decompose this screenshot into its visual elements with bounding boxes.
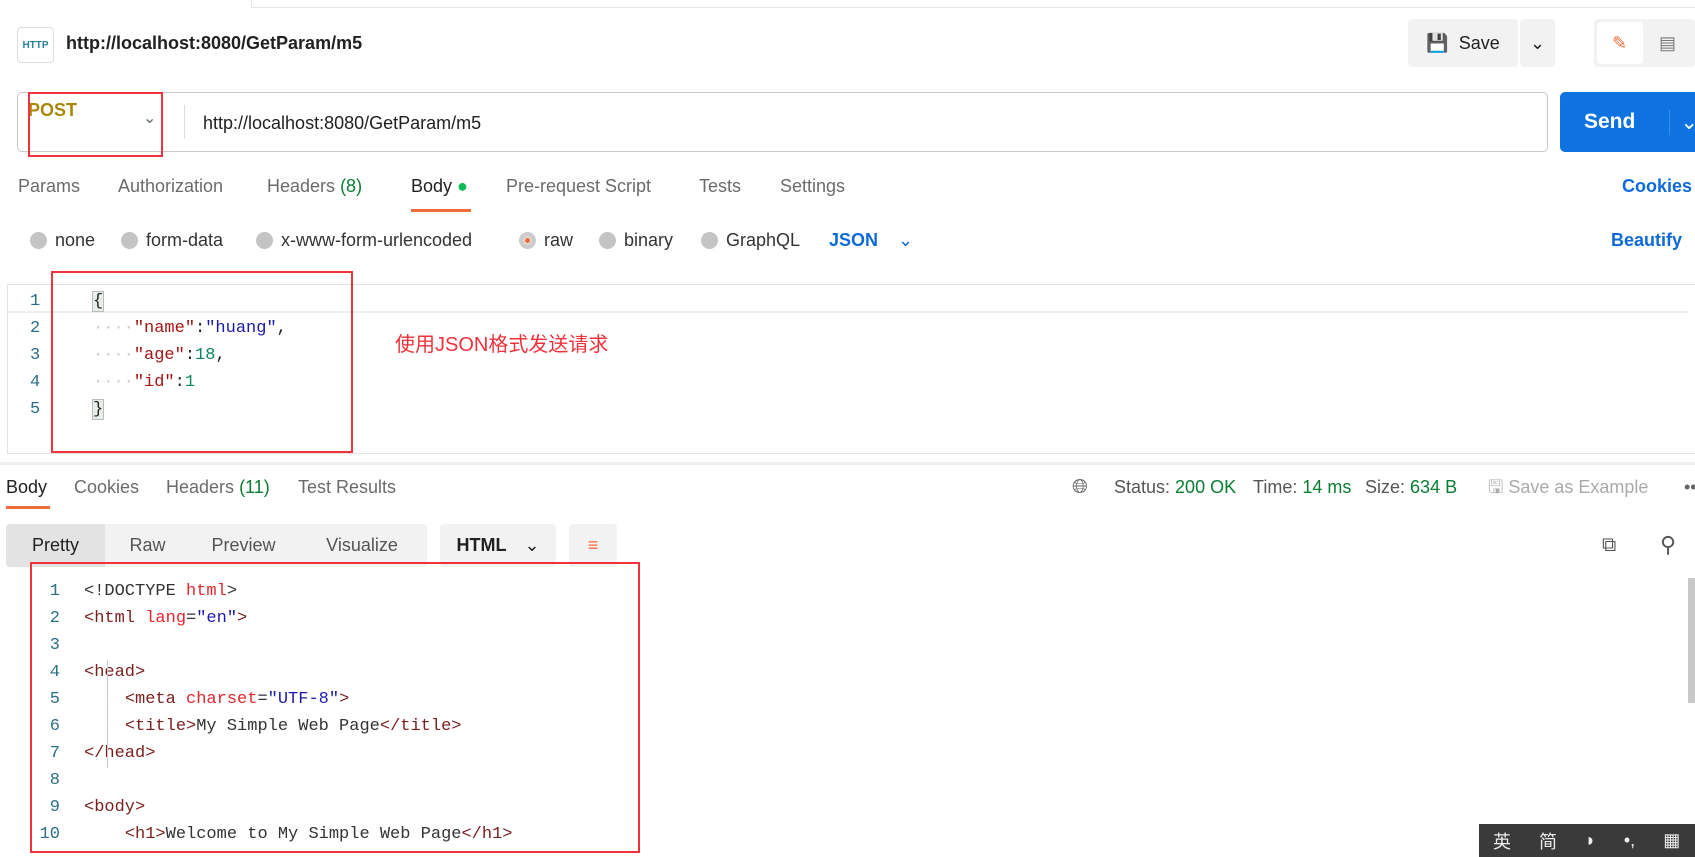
ime-lang-toggle[interactable]: 英: [1493, 828, 1511, 854]
view-preview[interactable]: Preview: [190, 524, 297, 567]
response-format-select[interactable]: HTML ⌄: [440, 524, 556, 567]
radio-none[interactable]: none: [30, 230, 95, 251]
format-select[interactable]: JSON ⌄: [829, 230, 913, 251]
ime-toolbar: 英 简 ◗ •, ▦: [1479, 824, 1695, 857]
pencil-icon[interactable]: ✎: [1596, 22, 1643, 64]
keyboard-icon[interactable]: ▦: [1663, 830, 1680, 851]
view-visualize[interactable]: Visualize: [297, 524, 427, 567]
response-tab-body[interactable]: Body: [6, 477, 47, 498]
top-divider: [251, 0, 1695, 8]
radio-binary[interactable]: binary: [599, 230, 673, 251]
line-numbers: 12345: [30, 292, 41, 419]
save-as-example-button[interactable]: 🖫 Save as Example: [1488, 475, 1648, 505]
time: Time: 14 ms: [1253, 477, 1352, 497]
ime-mode-toggle[interactable]: 简: [1539, 828, 1557, 854]
cookies-link[interactable]: Cookies: [1622, 176, 1692, 197]
response-tab-headers[interactable]: Headers (11): [166, 477, 270, 498]
tab-body[interactable]: Body ●: [411, 176, 468, 197]
tab-prerequest[interactable]: Pre-request Script: [506, 176, 651, 197]
response-tab-tests[interactable]: Test Results: [298, 477, 396, 498]
save-icon: 🖫: [1488, 477, 1504, 497]
tab-params[interactable]: Params: [18, 176, 80, 197]
annotation-box: [28, 92, 163, 157]
copy-icon[interactable]: ⧉: [1602, 534, 1616, 557]
search-icon[interactable]: ⚲: [1660, 532, 1676, 558]
more-icon[interactable]: ••: [1684, 477, 1695, 498]
save-dropdown-button[interactable]: ⌄: [1520, 19, 1555, 67]
chevron-down-icon: ⌄: [524, 535, 540, 555]
radio-raw[interactable]: raw: [519, 230, 573, 251]
tab-underline: [411, 209, 471, 212]
tab-headers[interactable]: Headers (8): [267, 176, 362, 197]
tab-tests[interactable]: Tests: [699, 176, 741, 197]
scrollbar[interactable]: [1688, 578, 1695, 703]
tab-settings[interactable]: Settings: [780, 176, 845, 197]
annotation-text: 使用JSON格式发送请求: [395, 334, 609, 356]
wrap-lines-icon[interactable]: ≡: [569, 524, 617, 567]
radio-form-data[interactable]: form-data: [121, 230, 223, 251]
radio-graphql[interactable]: GraphQL: [701, 230, 800, 251]
ime-skin-icon[interactable]: ◗: [1585, 830, 1596, 851]
view-mode-group: Pretty Raw Preview Visualize: [6, 524, 427, 567]
tab-authorization[interactable]: Authorization: [118, 176, 223, 197]
annotation-box: [51, 271, 353, 453]
send-button[interactable]: Send ⌄: [1560, 92, 1695, 152]
url-input[interactable]: http://localhost:8080/GetParam/m5: [203, 113, 481, 134]
radio-urlencoded[interactable]: x-www-form-urlencoded: [256, 230, 472, 251]
view-pretty[interactable]: Pretty: [6, 524, 105, 567]
ime-punct-icon[interactable]: •,: [1624, 830, 1635, 851]
chevron-down-icon: ⌄: [1669, 109, 1695, 135]
mode-toggle[interactable]: ✎ ▤: [1594, 19, 1695, 67]
http-icon: HTTP: [17, 27, 54, 63]
beautify-button[interactable]: Beautify: [1611, 230, 1682, 251]
view-raw[interactable]: Raw: [105, 524, 190, 567]
globe-icon[interactable]: 🌐︎: [1072, 476, 1088, 499]
chevron-down-icon: ⌄: [1529, 32, 1546, 53]
comment-icon[interactable]: ▤: [1643, 33, 1693, 54]
request-title: http://localhost:8080/GetParam/m5: [66, 33, 363, 53]
save-icon: 💾: [1426, 32, 1449, 53]
status: Status: 200 OK: [1114, 477, 1237, 497]
response-tab-cookies[interactable]: Cookies: [74, 477, 139, 498]
annotation-box: [30, 562, 640, 853]
size: Size: 634 B: [1365, 477, 1458, 497]
save-button[interactable]: 💾 Save: [1408, 19, 1518, 67]
